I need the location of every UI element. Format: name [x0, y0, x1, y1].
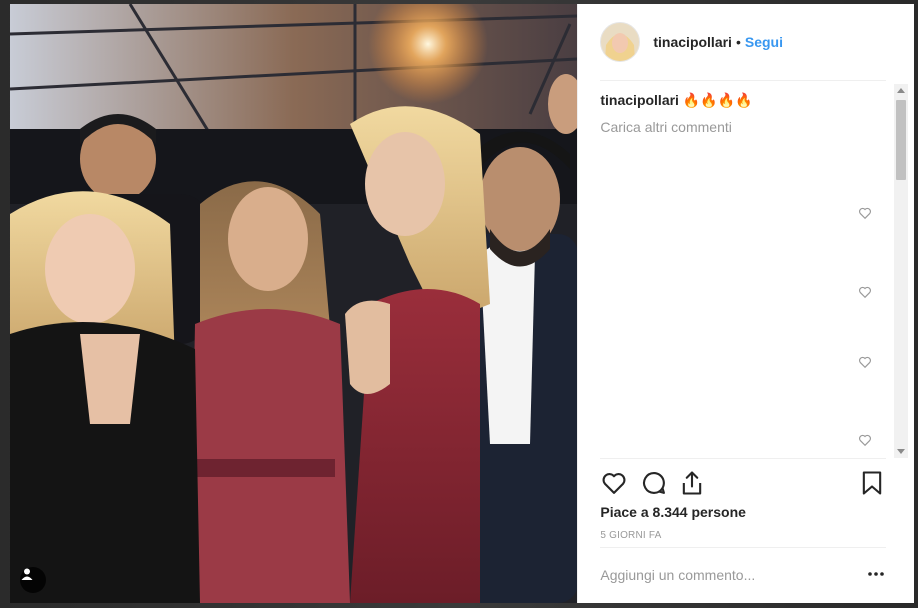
- more-options-icon[interactable]: [866, 566, 886, 582]
- post-side-panel: tinacipollari • Segui tinacipollari 🔥🔥🔥🔥 C…: [577, 4, 914, 603]
- comment-icon[interactable]: [640, 469, 668, 497]
- avatar[interactable]: [600, 22, 641, 62]
- post-photo[interactable]: [10, 4, 578, 603]
- divider: [600, 80, 887, 81]
- heart-icon[interactable]: [600, 469, 628, 497]
- comments-scrollbar[interactable]: [894, 84, 909, 458]
- scroll-down-arrow-icon[interactable]: [897, 449, 906, 454]
- divider: [600, 458, 887, 459]
- bookmark-icon[interactable]: [858, 469, 886, 497]
- divider: [600, 547, 887, 548]
- comment-like-heart-icon[interactable]: [858, 433, 872, 447]
- user-tag-icon[interactable]: [20, 567, 46, 593]
- comments-list: tinacipollari 🔥🔥🔥🔥 Carica altri commenti: [600, 92, 886, 458]
- post-header: tinacipollari • Segui: [578, 4, 914, 80]
- comment-like-heart-icon[interactable]: [858, 355, 872, 369]
- caption: tinacipollari 🔥🔥🔥🔥: [600, 92, 886, 109]
- scroll-up-arrow-icon[interactable]: [897, 88, 906, 93]
- caption-username[interactable]: tinacipollari: [600, 92, 679, 108]
- action-bar: [600, 469, 886, 499]
- post-modal: tinacipollari • Segui tinacipollari 🔥🔥🔥🔥 C…: [10, 4, 914, 603]
- separator-dot: •: [735, 34, 741, 50]
- scroll-thumb[interactable]: [896, 100, 907, 180]
- follow-button[interactable]: Segui: [745, 34, 783, 50]
- comment-like-heart-icon[interactable]: [858, 206, 872, 220]
- load-more-comments[interactable]: Carica altri commenti: [600, 119, 886, 135]
- comment-like-heart-icon[interactable]: [858, 285, 872, 299]
- header-username[interactable]: tinacipollari: [653, 34, 732, 50]
- post-timestamp[interactable]: 5 GIORNI FA: [600, 530, 661, 541]
- share-icon[interactable]: [678, 469, 706, 497]
- likes-count[interactable]: Piace a 8.344 persone: [600, 504, 746, 520]
- photo-illustration: [10, 4, 578, 603]
- add-comment-input[interactable]: [600, 558, 841, 592]
- caption-text: 🔥🔥🔥🔥: [682, 92, 753, 108]
